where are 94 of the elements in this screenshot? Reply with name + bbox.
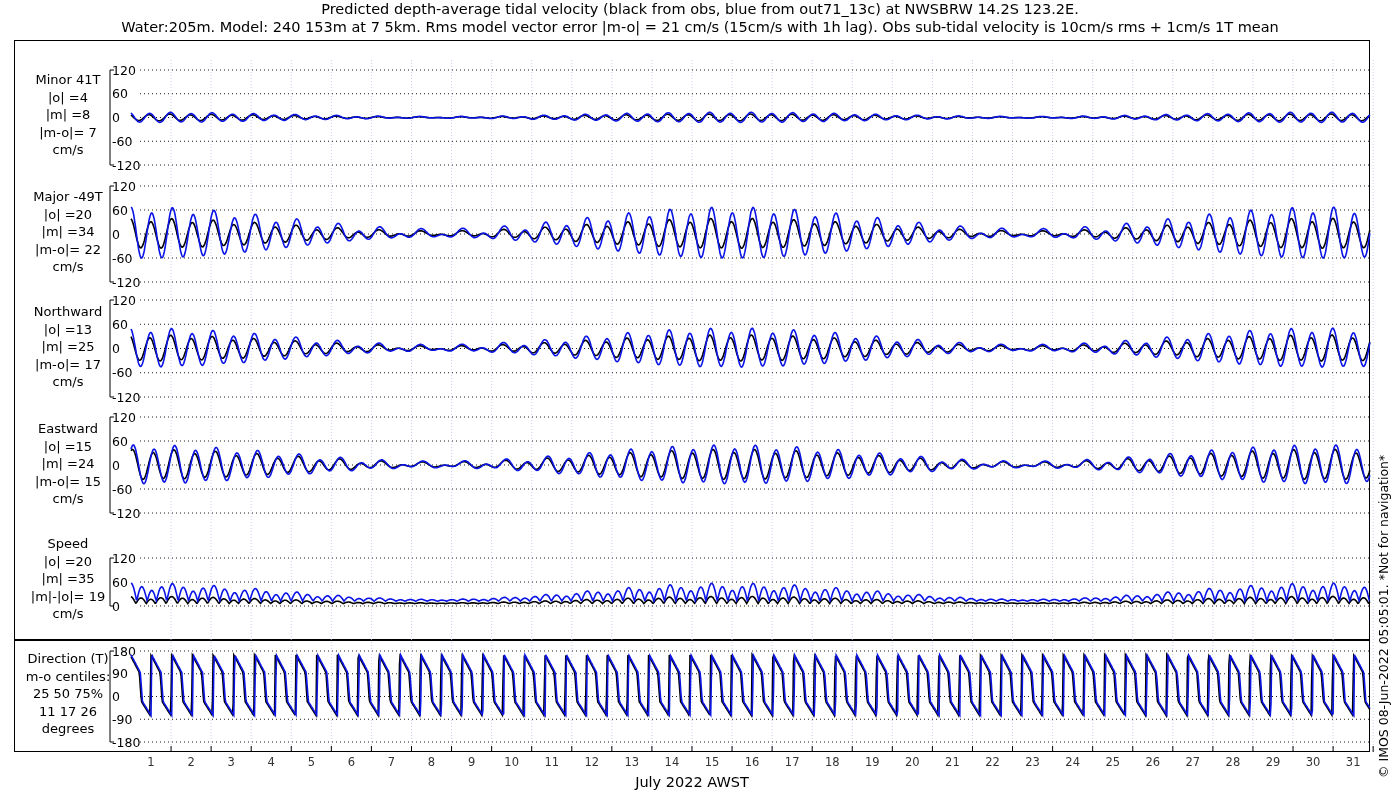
tick-label: 60 bbox=[112, 574, 128, 590]
tick-label: 120 bbox=[112, 62, 136, 78]
panel-label: Major -49T bbox=[33, 189, 103, 204]
day-label: 30 bbox=[1305, 755, 1321, 769]
day-label: 12 bbox=[584, 755, 600, 769]
tick-label: 0 bbox=[112, 226, 120, 242]
day-label: 16 bbox=[744, 755, 760, 769]
y-axis bbox=[109, 557, 115, 607]
panel-label: cm/s bbox=[52, 606, 84, 621]
panel-label: cm/s bbox=[52, 491, 84, 506]
tick-label: 60 bbox=[112, 86, 128, 102]
panel-label: |m-o|= 17 bbox=[35, 356, 101, 372]
day-label: 19 bbox=[864, 755, 880, 769]
tick-label: 120 bbox=[112, 178, 136, 194]
axis-label: July 2022 AWST bbox=[635, 774, 749, 790]
tick-label: -60 bbox=[112, 365, 133, 381]
day-label: 26 bbox=[1145, 755, 1161, 769]
tick-label: -120 bbox=[112, 389, 141, 405]
panel-label: |m| =24 bbox=[41, 456, 95, 471]
day-label: 4 bbox=[267, 755, 275, 769]
panel-label: |o| =20 bbox=[43, 553, 93, 569]
panel-label: |o| =4 bbox=[48, 89, 88, 105]
day-label: 3 bbox=[227, 755, 235, 769]
day-label: 14 bbox=[664, 755, 680, 769]
panel-label: |m| =8 bbox=[45, 107, 91, 122]
tick-label: -60 bbox=[112, 250, 133, 266]
day-label: 25 bbox=[1105, 755, 1121, 769]
day-label: 27 bbox=[1185, 755, 1201, 769]
panel-label: |o| =15 bbox=[43, 438, 93, 454]
panel-label: m-o centiles: bbox=[25, 668, 111, 684]
panel-label: cm/s bbox=[52, 374, 84, 389]
panel-label: cm/s bbox=[52, 142, 84, 157]
tick-label: -120 bbox=[112, 505, 141, 521]
day-label: 5 bbox=[307, 755, 315, 769]
tick-label: 120 bbox=[112, 409, 136, 425]
tick-label: 0 bbox=[112, 110, 120, 125]
tick-label: 0 bbox=[112, 341, 120, 356]
tick-label: -60 bbox=[112, 481, 133, 497]
figure-subtitle: Water:205m. Model: 240 153m at 7 5km. Rms model vector error |m-o| = 21 cm/s (15cm/s with 1h lag). Obs sub-tidal velocity is 10cm/s rms + 1cm/s 1T mean bbox=[121, 19, 1279, 35]
panel-label: Eastward bbox=[38, 421, 98, 436]
panel-label: |m-o|= 15 bbox=[35, 473, 101, 489]
tick-label: 0 bbox=[112, 598, 120, 614]
panel-label: Speed bbox=[47, 536, 89, 551]
panel-label: |o| =13 bbox=[43, 321, 93, 337]
panel-label: |m-o|= 22 bbox=[35, 241, 101, 257]
tick-label: -60 bbox=[112, 133, 133, 149]
panel-label: |m|-|o|= 19 bbox=[30, 588, 106, 604]
panel-label: |m| =25 bbox=[41, 339, 95, 354]
tick-label: 60 bbox=[112, 316, 128, 332]
tick-label: 60 bbox=[112, 202, 128, 218]
day-label: 29 bbox=[1265, 755, 1281, 769]
tick-label: -120 bbox=[112, 274, 141, 290]
panel-label: Minor 41T bbox=[35, 72, 101, 87]
day-label: 6 bbox=[347, 755, 356, 769]
day-label: 11 bbox=[544, 755, 560, 769]
figure-title: Predicted depth-average tidal velocity (black from obs, blue from out71_13c) at NWSBRW 14.2S 123.2E. bbox=[321, 1, 1079, 17]
panel-label: |m-o|= 7 bbox=[39, 124, 97, 140]
day-label: 13 bbox=[624, 755, 640, 769]
tick-label: 180 bbox=[112, 643, 136, 659]
tick-label: -180 bbox=[112, 734, 141, 750]
tick-label: 90 bbox=[112, 666, 128, 682]
day-label: 2 bbox=[187, 755, 195, 769]
tick-label: 120 bbox=[112, 550, 136, 566]
day-label: 17 bbox=[784, 755, 800, 769]
panel-label: 11 17 26 bbox=[39, 703, 97, 719]
panel-label: degrees bbox=[41, 721, 95, 736]
day-label: 15 bbox=[704, 755, 720, 769]
tick-label: -90 bbox=[112, 711, 133, 727]
day-label: 23 bbox=[1025, 755, 1040, 769]
tick-label: -120 bbox=[112, 157, 141, 173]
panel-label: |m| =34 bbox=[41, 224, 95, 239]
day-label: 20 bbox=[905, 755, 920, 769]
day-label: 1 bbox=[147, 755, 155, 769]
day-label: 9 bbox=[467, 755, 476, 769]
day-label: 10 bbox=[504, 755, 519, 769]
day-label: 8 bbox=[427, 755, 436, 769]
panel-label: 25 50 75% bbox=[32, 686, 104, 701]
panel-label: Northward bbox=[33, 304, 103, 319]
tick-label: 0 bbox=[112, 457, 120, 473]
day-label: 28 bbox=[1225, 755, 1241, 769]
panel-label: |o| =20 bbox=[43, 206, 93, 222]
tick-label: 0 bbox=[112, 689, 120, 704]
tick-label: 60 bbox=[112, 433, 128, 449]
credit-note: © IMOS 08-Jun-2022 05:05:01. *Not for navigation* bbox=[1376, 454, 1391, 778]
panel-label: cm/s bbox=[52, 259, 84, 274]
day-label: 21 bbox=[945, 755, 960, 769]
day-label: 18 bbox=[824, 755, 840, 769]
day-label: 24 bbox=[1065, 755, 1080, 769]
panel-label: Direction (T) bbox=[27, 651, 109, 666]
panel-label: |m| =35 bbox=[41, 571, 95, 586]
day-label: 31 bbox=[1345, 755, 1361, 769]
day-label: 7 bbox=[387, 755, 396, 769]
tick-label: 120 bbox=[112, 292, 136, 308]
day-label: 22 bbox=[985, 755, 1000, 769]
